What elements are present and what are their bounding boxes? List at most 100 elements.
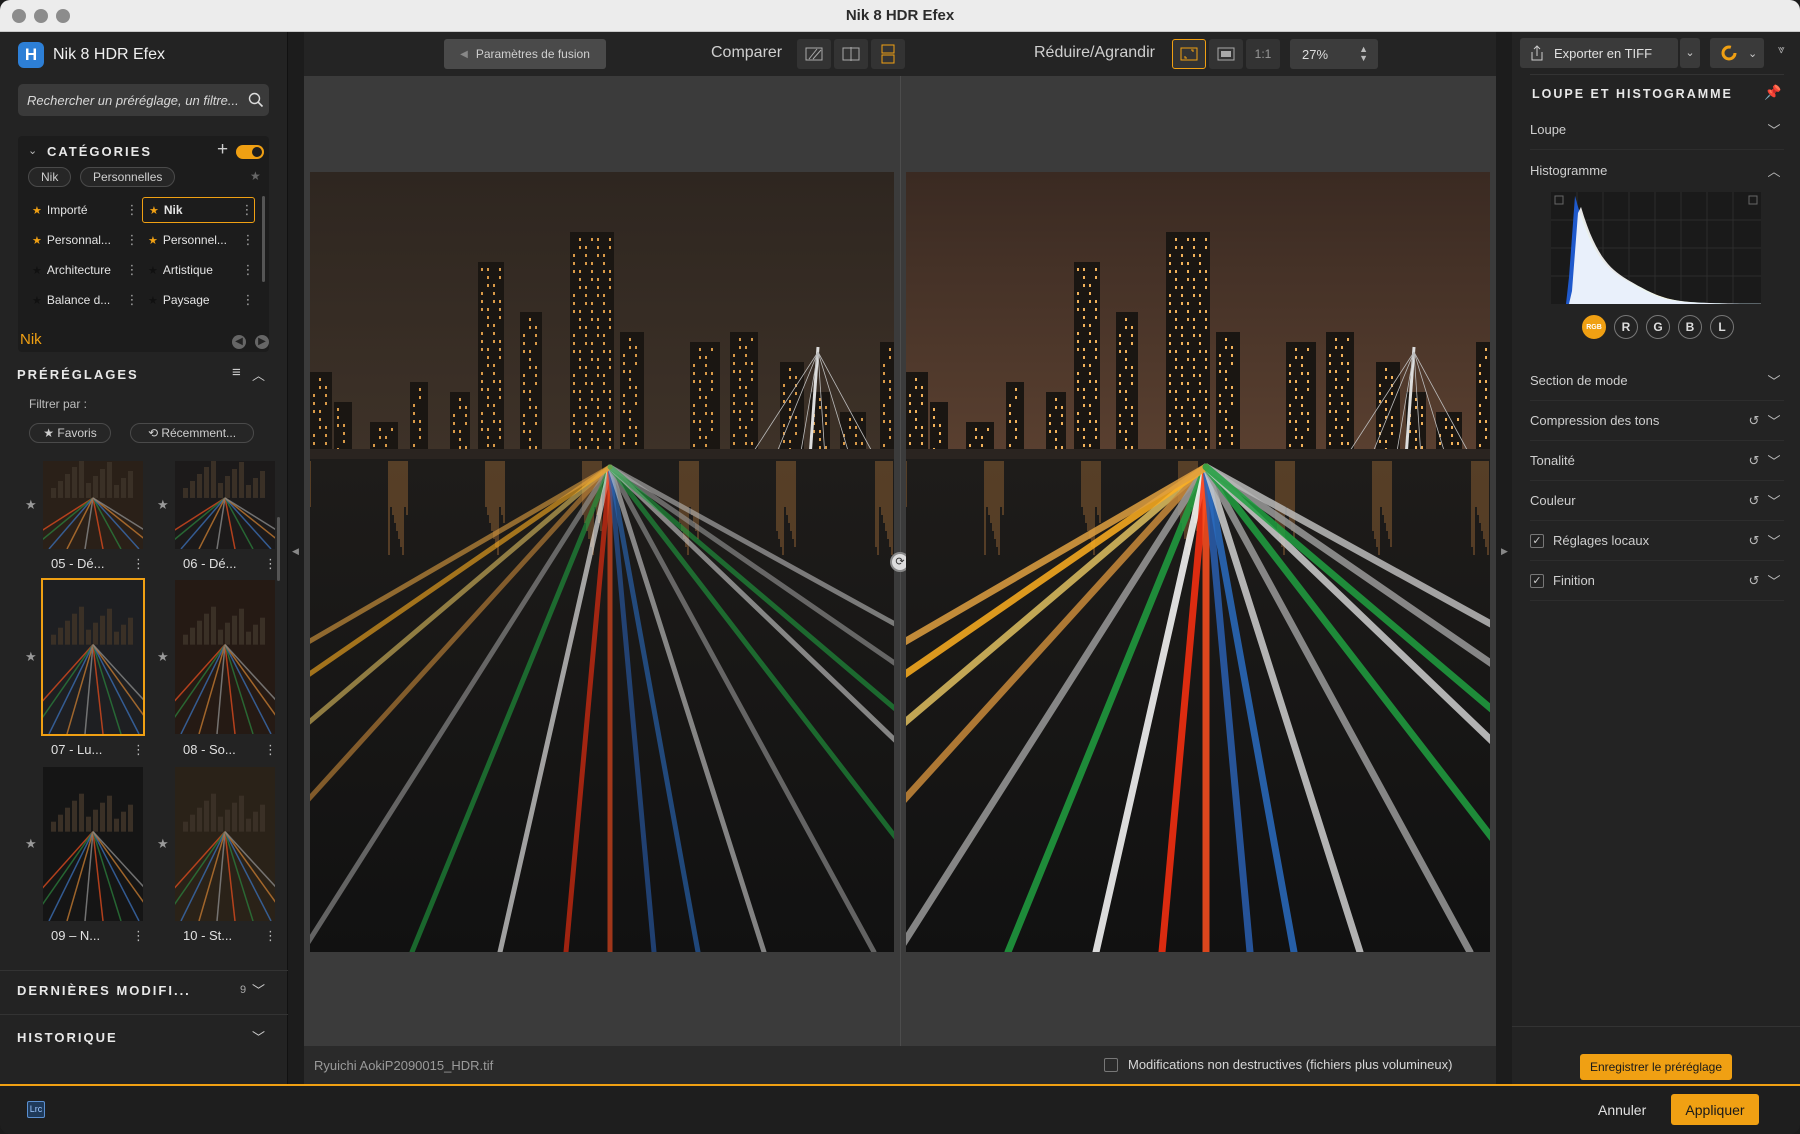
export-dropdown-icon[interactable]: ⌄ bbox=[1680, 38, 1700, 68]
reset-icon[interactable]: ↺ bbox=[1744, 453, 1764, 469]
more-options-icon[interactable]: ⋮ bbox=[264, 742, 277, 758]
pin-icon[interactable]: 📌 bbox=[1764, 84, 1781, 101]
sync-button[interactable]: ⌄ bbox=[1710, 38, 1764, 68]
compare-side-by-side-button[interactable] bbox=[871, 39, 905, 69]
more-options-icon[interactable]: ⋮ bbox=[132, 556, 145, 572]
channel-r-button[interactable]: R bbox=[1614, 315, 1638, 339]
reset-icon[interactable]: ↺ bbox=[1744, 413, 1764, 429]
category-item[interactable]: ★ Artistique ⋮ bbox=[142, 257, 255, 283]
next-category-icon[interactable]: ▶ bbox=[255, 335, 269, 349]
lightroom-badge[interactable]: Lrc bbox=[27, 1101, 45, 1118]
section-enable-checkbox[interactable]: ✓ bbox=[1530, 533, 1544, 548]
channel-l-button[interactable]: L bbox=[1710, 315, 1734, 339]
add-category-icon[interactable]: + bbox=[217, 139, 228, 161]
before-image[interactable] bbox=[310, 172, 894, 952]
more-options-icon[interactable]: ⋮ bbox=[241, 262, 255, 278]
more-options-icon[interactable]: ⋮ bbox=[264, 556, 277, 572]
history-title[interactable]: HISTORIQUE bbox=[17, 1030, 118, 1045]
preset-thumbnail[interactable] bbox=[41, 578, 145, 736]
chevron-down-icon[interactable]: ﹀ bbox=[1764, 491, 1784, 510]
more-options-icon[interactable]: ⋮ bbox=[125, 232, 139, 248]
recent-changes-title[interactable]: DERNIÈRES MODIFI... bbox=[17, 983, 191, 998]
reset-icon[interactable]: ↺ bbox=[1744, 493, 1764, 509]
zoom-select[interactable]: 27% ▲ ▼ bbox=[1290, 39, 1378, 69]
presets-scrollbar[interactable] bbox=[277, 517, 280, 581]
fusion-settings-button[interactable]: ◀ Paramètres de fusion bbox=[444, 39, 606, 69]
nondestructive-checkbox[interactable] bbox=[1104, 1058, 1118, 1072]
list-view-icon[interactable]: ≡ bbox=[232, 364, 241, 381]
favorite-star-icon[interactable]: ★ bbox=[25, 649, 37, 665]
reset-icon[interactable]: ↺ bbox=[1744, 533, 1764, 549]
more-options-icon[interactable]: ⋮ bbox=[240, 202, 254, 218]
favorite-star-icon[interactable]: ★ bbox=[25, 836, 37, 852]
export-button[interactable]: Exporter en TIFF bbox=[1520, 38, 1678, 68]
category-item[interactable]: ★ Balance d... ⋮ bbox=[26, 287, 139, 313]
channel-rgb-button[interactable]: RGB bbox=[1582, 315, 1606, 339]
compare-overlay-button[interactable] bbox=[797, 39, 831, 69]
loupe-row[interactable]: Loupe ﹀ bbox=[1530, 110, 1784, 150]
preset-thumbnail[interactable] bbox=[175, 461, 275, 549]
section-row[interactable]: Section de mode ﹀ bbox=[1530, 361, 1784, 401]
search-input[interactable]: Rechercher un préréglage, un filtre... bbox=[18, 84, 269, 116]
more-options-icon[interactable]: ⋮ bbox=[132, 742, 145, 758]
favorite-star-icon[interactable]: ★ bbox=[157, 836, 169, 852]
apply-button[interactable]: Appliquer bbox=[1671, 1094, 1759, 1125]
more-options-icon[interactable]: ⋮ bbox=[125, 202, 139, 218]
more-options-icon[interactable]: ⋮ bbox=[125, 262, 139, 278]
right-collapse-strip[interactable]: ▶ bbox=[1496, 32, 1512, 1084]
chevron-down-icon[interactable]: ﹀ bbox=[252, 980, 265, 999]
tab-nik[interactable]: Nik bbox=[28, 167, 72, 187]
section-row[interactable]: Tonalité ↺ ﹀ bbox=[1530, 441, 1784, 481]
fill-screen-button[interactable] bbox=[1209, 39, 1243, 69]
chevron-down-icon[interactable]: ⌄ bbox=[28, 144, 37, 157]
section-row[interactable]: ✓ Finition ↺ ﹀ bbox=[1530, 561, 1784, 601]
section-row[interactable]: ✓ Réglages locaux ↺ ﹀ bbox=[1530, 521, 1784, 561]
preset-thumbnail[interactable] bbox=[175, 580, 275, 734]
section-row[interactable]: Compression des tons ↺ ﹀ bbox=[1530, 401, 1784, 441]
preset-thumbnail[interactable] bbox=[43, 767, 143, 921]
previous-category-icon[interactable]: ◀ bbox=[232, 335, 246, 349]
favorite-star-icon[interactable]: ★ bbox=[157, 497, 169, 513]
chevron-up-icon[interactable]: ︿ bbox=[252, 365, 265, 384]
collapse-right-icon[interactable]: ▶ bbox=[1501, 546, 1508, 557]
category-item[interactable]: ★ Personnal... ⋮ bbox=[26, 227, 139, 253]
section-enable-checkbox[interactable]: ✓ bbox=[1530, 573, 1544, 588]
histogram-row[interactable]: Histogramme ︿ bbox=[1530, 150, 1784, 190]
favorite-star-icon[interactable]: ★ bbox=[157, 649, 169, 665]
section-row[interactable]: Couleur ↺ ﹀ bbox=[1530, 481, 1784, 521]
compare-split-button[interactable] bbox=[834, 39, 868, 69]
categories-scrollbar[interactable] bbox=[262, 196, 265, 282]
channel-b-button[interactable]: B bbox=[1678, 315, 1702, 339]
chevron-down-icon[interactable]: ﹀ bbox=[1764, 531, 1784, 550]
preset-thumbnail[interactable] bbox=[43, 461, 143, 549]
category-item[interactable]: ★ Architecture ⋮ bbox=[26, 257, 139, 283]
zoom-one-to-one-button[interactable]: 1:1 bbox=[1246, 39, 1280, 69]
filter-recent[interactable]: ⟲ Récemment... bbox=[130, 423, 254, 443]
after-image[interactable] bbox=[906, 172, 1490, 952]
favorite-star-icon[interactable]: ★ bbox=[25, 497, 37, 513]
chevron-down-icon[interactable]: ﹀ bbox=[1764, 371, 1784, 390]
chevron-down-icon[interactable]: ﹀ bbox=[1764, 411, 1784, 430]
favorites-star-icon[interactable]: ★ bbox=[250, 169, 261, 183]
chevron-down-icon[interactable]: ﹀ bbox=[1764, 571, 1784, 590]
chevron-down-icon[interactable]: ﹀ bbox=[1764, 451, 1784, 470]
fit-to-screen-button[interactable] bbox=[1172, 39, 1206, 69]
filter-favorites[interactable]: ★ Favoris bbox=[29, 423, 111, 443]
tab-personnelles[interactable]: Personnelles bbox=[80, 167, 176, 187]
cancel-button[interactable]: Annuler bbox=[1598, 1102, 1646, 1118]
channel-g-button[interactable]: G bbox=[1646, 315, 1670, 339]
categories-toggle[interactable] bbox=[236, 145, 264, 159]
category-item[interactable]: ★ Importé ⋮ bbox=[26, 197, 139, 223]
more-options-icon[interactable]: ⋮ bbox=[241, 292, 255, 308]
panel-menu-icon[interactable]: ⩔ bbox=[1778, 42, 1785, 57]
collapse-left-icon[interactable]: ◀ bbox=[292, 546, 299, 557]
more-options-icon[interactable]: ⋮ bbox=[125, 292, 139, 308]
preset-thumbnail[interactable] bbox=[175, 767, 275, 921]
save-preset-button[interactable]: Enregistrer le préréglage bbox=[1580, 1054, 1732, 1080]
category-item[interactable]: ★ Nik ⋮ bbox=[142, 197, 255, 223]
more-options-icon[interactable]: ⋮ bbox=[264, 928, 277, 944]
chevron-down-icon[interactable]: ﹀ bbox=[252, 1027, 265, 1046]
more-options-icon[interactable]: ⋮ bbox=[241, 232, 255, 248]
category-item[interactable]: ★ Personnel... ⋮ bbox=[142, 227, 255, 253]
left-collapse-strip[interactable]: ◀ bbox=[288, 32, 304, 1084]
